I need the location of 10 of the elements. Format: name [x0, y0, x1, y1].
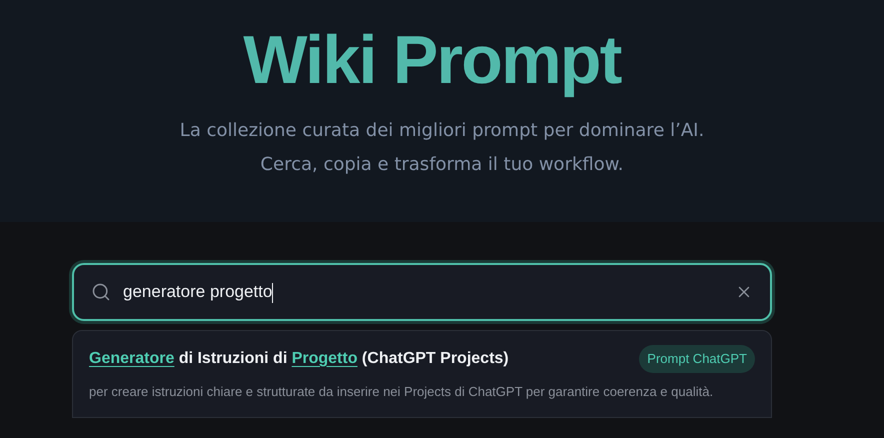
result-title: Generatore di Istruzioni di Progetto (ChatGPT Projects) — [89, 348, 509, 369]
site-title: Wiki Prompt — [243, 21, 621, 100]
subtitle-line: La collezione curata dei migliori prompt per dominare l’AI. — [180, 120, 704, 142]
search-icon — [91, 282, 111, 302]
subtitle-line: Cerca, copia e trasforma il tuo workflow. — [260, 154, 624, 176]
category-tag: Prompt ChatGPT — [639, 345, 755, 372]
search-field[interactable]: generatore progetto — [72, 263, 772, 321]
result-card[interactable]: Generatore di Istruzioni di Progetto (ChatGPT Projects) Prompt ChatGPT per creare istruzioni chiare e strutturate da inserire nei Projects di ChatGPT per garantire coerenza e qualità. — [72, 330, 772, 418]
result-description: per creare istruzioni chiare e strutturate da inserire nei Projects di ChatGPT per garantire coerenza e qualità. — [89, 382, 714, 401]
search-text: generatore progetto — [123, 281, 274, 305]
